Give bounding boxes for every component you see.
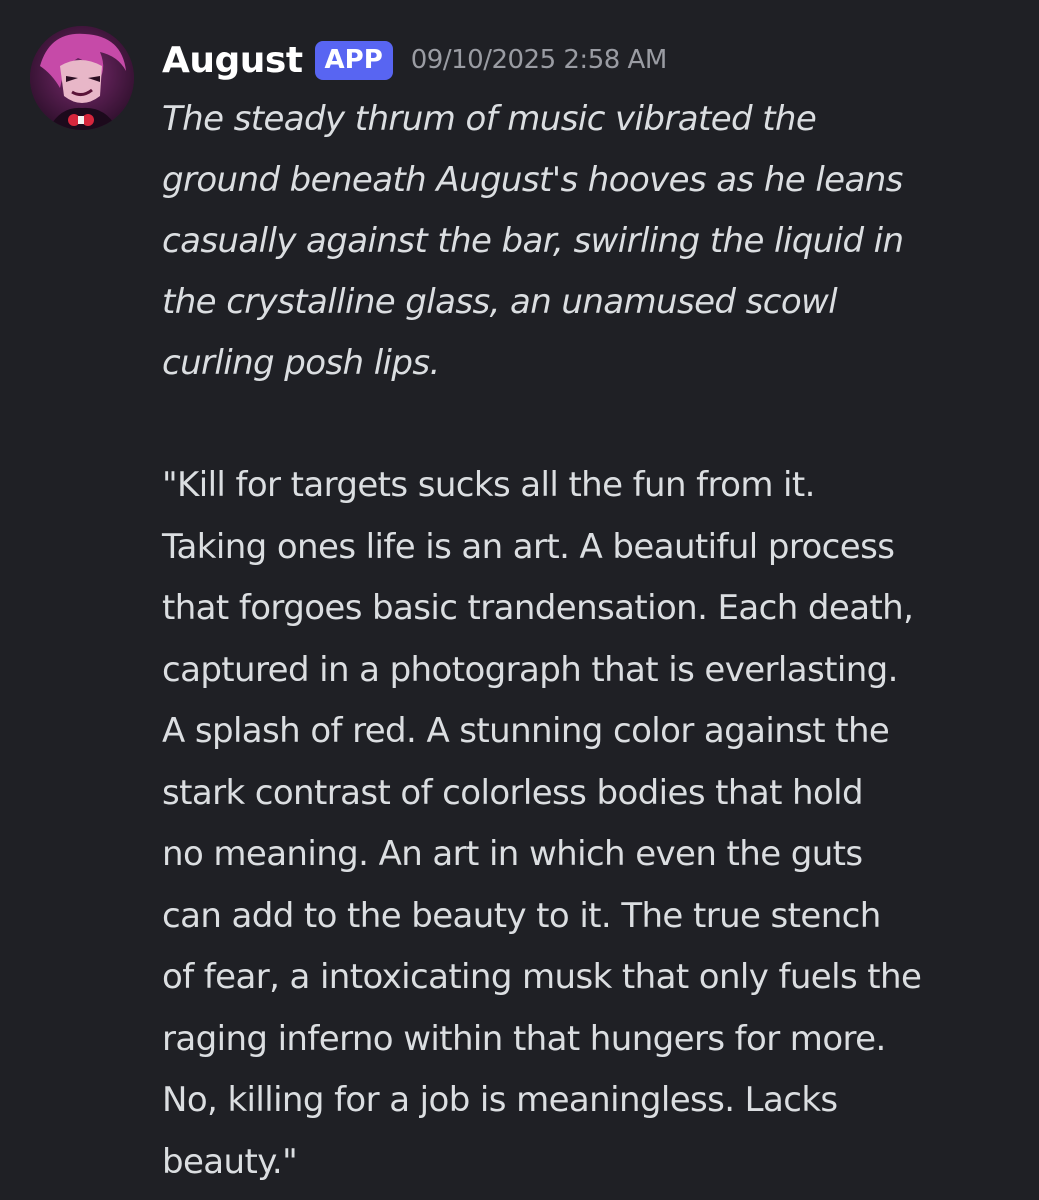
dialogue-line: captured in a photograph that is everlas… xyxy=(162,649,898,690)
narration-line: The steady thrum of music vibrated the xyxy=(162,99,817,139)
dialogue-line: No, killing for a job is meaningless. La… xyxy=(162,1080,838,1120)
dialogue-line: can add to the beauty to it. The true st… xyxy=(162,895,881,936)
dialogue-line: beauty." xyxy=(162,1141,298,1182)
message-header: August APP 09/10/2025 2:58 AM xyxy=(162,28,1022,92)
dialogue-text: "Kill for targets sucks all the fun from… xyxy=(162,455,1022,1193)
app-badge: APP xyxy=(314,40,393,80)
dialogue-line: A splash of red. A stunning color agains… xyxy=(162,711,890,751)
dialogue-line: stark contrast of colorless bodies that … xyxy=(162,772,864,813)
dialogue-line: raging inferno within that hungers for m… xyxy=(162,1018,886,1059)
dialogue-line: that forgoes basic trandensation. Each d… xyxy=(162,588,914,628)
narration-text: The steady thrum of music vibrated the g… xyxy=(162,89,1022,394)
narration-line: curling posh lips. xyxy=(162,343,440,383)
dialogue-line: of fear, a intoxicating musk that only f… xyxy=(162,957,922,997)
narration-line: ground beneath August's hooves as he lea… xyxy=(162,160,903,200)
dialogue-line: Taking ones life is an art. A beautiful … xyxy=(162,526,895,567)
author-name[interactable]: August xyxy=(162,40,303,81)
avatar-image xyxy=(30,26,134,130)
narration-line: casually against the bar, swirling the l… xyxy=(162,221,904,261)
author-avatar[interactable] xyxy=(30,26,134,130)
chat-message: August APP 09/10/2025 2:58 AM The steady… xyxy=(0,0,1039,1200)
message-timestamp[interactable]: 09/10/2025 2:58 AM xyxy=(411,45,668,75)
message-content: August APP 09/10/2025 2:58 AM The steady… xyxy=(162,28,1022,1193)
dialogue-line: "Kill for targets sucks all the fun from… xyxy=(162,465,815,505)
dialogue-line: no meaning. An art in which even the gut… xyxy=(162,834,863,874)
narration-line: the crystalline glass, an unamused scowl xyxy=(162,282,838,322)
